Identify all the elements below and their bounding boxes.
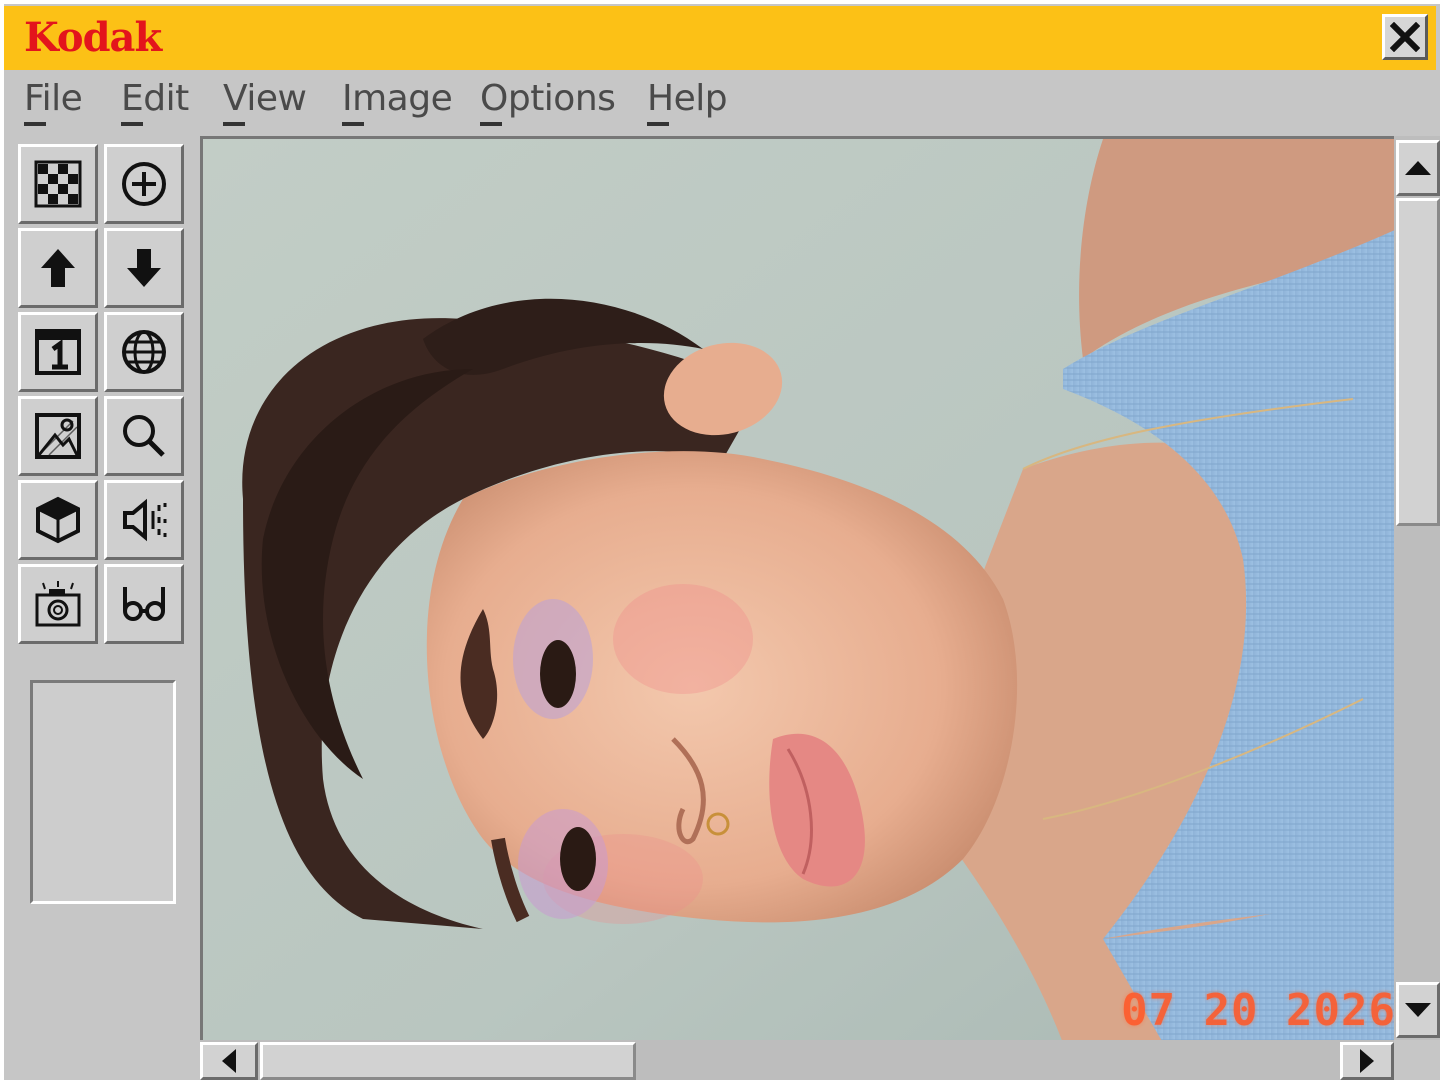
kodak-logo: Kodak — [24, 14, 162, 61]
image-canvas[interactable]: 07 20 2026 — [200, 136, 1394, 1040]
tool-3d[interactable] — [18, 480, 98, 560]
photo — [203, 139, 1394, 1040]
zoom-in-circle-icon — [122, 162, 166, 206]
date-stamp: 07 20 2026 — [1121, 985, 1394, 1036]
menu-edit-label: Edit — [121, 78, 189, 119]
magnifier-icon — [123, 415, 165, 457]
scrollbar-corner — [1394, 1040, 1440, 1080]
menu-bar: File Edit View Image Options Help — [4, 70, 1436, 132]
scroll-left-button[interactable] — [200, 1042, 258, 1080]
menu-view[interactable]: View — [223, 78, 307, 128]
image-icon — [35, 413, 81, 459]
menu-help[interactable]: Help — [647, 78, 728, 128]
close-icon — [1390, 22, 1420, 52]
menu-help-label: Help — [647, 78, 728, 119]
tool-globe[interactable] — [104, 312, 184, 392]
scroll-right-button[interactable] — [1340, 1042, 1394, 1080]
triangle-right-icon — [1360, 1049, 1374, 1073]
tool-sound[interactable] — [104, 480, 184, 560]
tool-glasses[interactable] — [104, 564, 184, 644]
menu-file-label: File — [24, 78, 83, 119]
triangle-down-icon — [1405, 1003, 1431, 1017]
kodak-window: Kodak File Edit View Image Options Help … — [0, 0, 1440, 1080]
calendar-one-icon — [35, 329, 81, 375]
triangle-left-icon — [222, 1049, 236, 1073]
close-button[interactable] — [1382, 14, 1428, 60]
speaker-icon — [123, 498, 167, 542]
tool-checkerboard[interactable] — [18, 144, 98, 224]
horizontal-scroll-thumb[interactable] — [260, 1042, 636, 1080]
tool-move-down[interactable] — [104, 228, 184, 308]
menu-options-label: Options — [480, 78, 616, 119]
menu-edit[interactable]: Edit — [121, 78, 189, 128]
tool-image[interactable] — [18, 396, 98, 476]
tool-zoom-in[interactable] — [104, 144, 184, 224]
toolbox — [4, 134, 198, 1080]
vertical-scroll-thumb[interactable] — [1396, 198, 1440, 526]
tool-calendar[interactable] — [18, 312, 98, 392]
arrow-down-icon — [127, 249, 161, 287]
tool-move-up[interactable] — [18, 228, 98, 308]
triangle-up-icon — [1405, 161, 1431, 175]
camera-icon — [35, 581, 81, 627]
title-bar[interactable]: Kodak — [4, 6, 1436, 70]
glasses-icon — [123, 587, 165, 621]
menu-view-label: View — [223, 78, 307, 119]
menu-image[interactable]: Image — [342, 78, 453, 128]
globe-icon — [122, 330, 166, 374]
scroll-up-button[interactable] — [1396, 140, 1440, 196]
menu-options[interactable]: Options — [480, 78, 616, 128]
arrow-up-icon — [41, 249, 75, 287]
color-preview-box — [30, 680, 176, 904]
tool-camera[interactable] — [18, 564, 98, 644]
menu-file[interactable]: File — [24, 78, 83, 128]
cube-icon — [36, 496, 80, 544]
vertical-scrollbar[interactable] — [1394, 136, 1440, 1040]
tool-magnifier[interactable] — [104, 396, 184, 476]
checkerboard-icon — [34, 160, 82, 208]
scroll-down-button[interactable] — [1396, 982, 1440, 1038]
horizontal-scrollbar[interactable] — [200, 1040, 1394, 1080]
menu-image-label: Image — [342, 78, 453, 119]
